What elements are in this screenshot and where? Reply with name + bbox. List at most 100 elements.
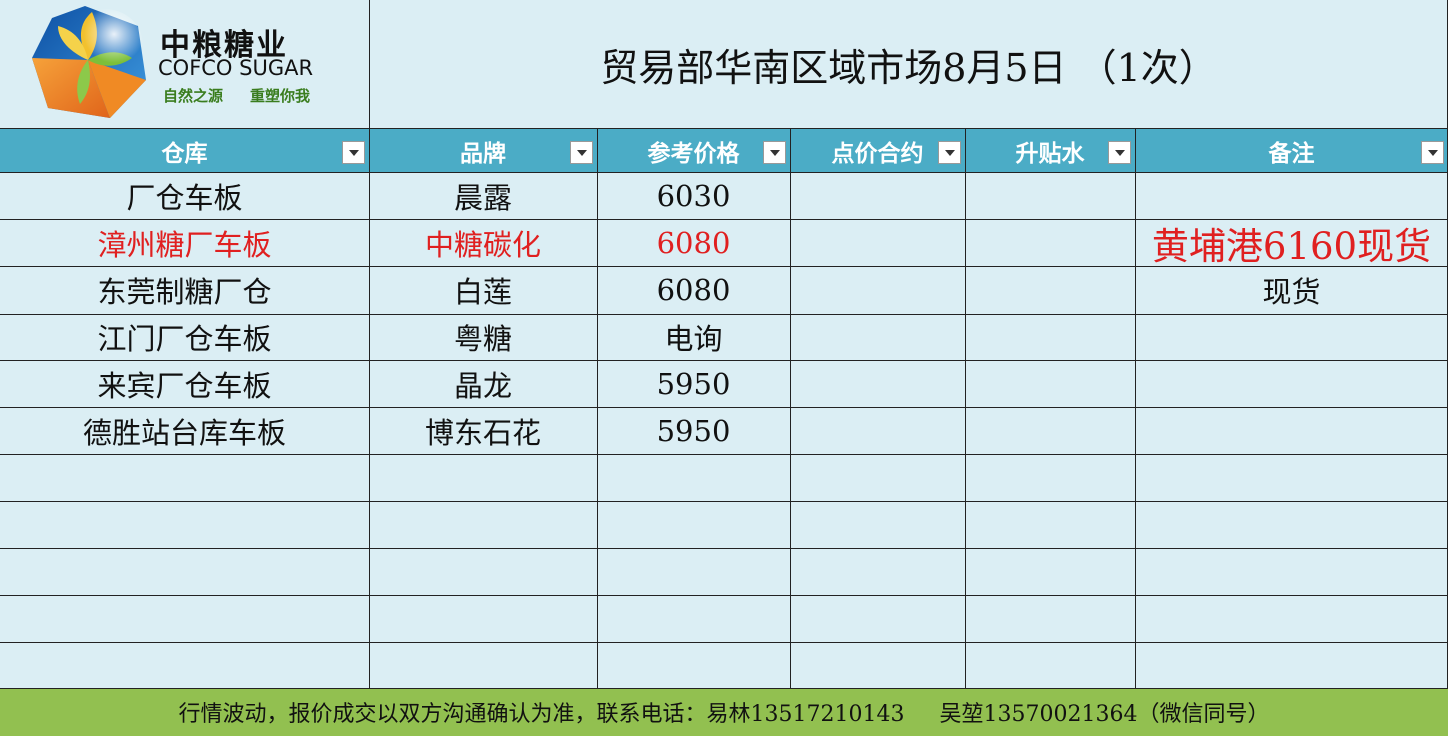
- cell-contract[interactable]: [790, 266, 965, 314]
- cell-price[interactable]: 6080: [597, 219, 790, 266]
- cell-contract[interactable]: [790, 172, 965, 219]
- sheet-title: 贸易部华南区域市场8月5日 （1次）: [600, 45, 1217, 90]
- cell-price[interactable]: [597, 454, 790, 501]
- cell-note[interactable]: [1135, 172, 1448, 219]
- cell-warehouse[interactable]: [0, 501, 369, 548]
- cell-warehouse[interactable]: 厂仓车板: [0, 172, 369, 219]
- cell-brand[interactable]: [369, 548, 597, 595]
- cell-basis[interactable]: [965, 314, 1135, 360]
- cell-price[interactable]: [597, 642, 790, 688]
- cell-basis[interactable]: [965, 501, 1135, 548]
- cell-basis[interactable]: [965, 172, 1135, 219]
- cell-brand[interactable]: 晨露: [369, 172, 597, 219]
- cell-contract[interactable]: [790, 595, 965, 642]
- cell-note[interactable]: [1135, 548, 1448, 595]
- cell-contract[interactable]: [790, 407, 965, 454]
- cell-contract[interactable]: [790, 454, 965, 501]
- column-header-label: 参考价格: [647, 140, 740, 167]
- cell-basis[interactable]: [965, 360, 1135, 407]
- cell-brand[interactable]: 博东石花: [369, 407, 597, 454]
- column-header-label: 品牌: [460, 140, 506, 167]
- grid-divider: [790, 128, 791, 688]
- cell-brand[interactable]: 粤糖: [369, 314, 597, 360]
- cell-brand[interactable]: 白莲: [369, 266, 597, 314]
- column-header-price: 参考价格: [597, 129, 790, 172]
- column-header-warehouse: 仓库: [0, 129, 369, 172]
- cell-note[interactable]: [1135, 595, 1448, 642]
- column-header-label: 仓库: [161, 140, 208, 167]
- cell-brand[interactable]: [369, 595, 597, 642]
- chevron-down-icon: [944, 149, 955, 156]
- cell-basis[interactable]: [965, 219, 1135, 266]
- cell-warehouse[interactable]: [0, 548, 369, 595]
- column-header-brand: 品牌: [369, 129, 597, 172]
- cell-brand[interactable]: 中糖碳化: [369, 219, 597, 266]
- cell-brand[interactable]: [369, 501, 597, 548]
- cell-contract[interactable]: [790, 501, 965, 548]
- cell-basis[interactable]: [965, 454, 1135, 501]
- cell-warehouse[interactable]: [0, 642, 369, 688]
- cell-brand[interactable]: [369, 454, 597, 501]
- cell-note[interactable]: 现货: [1135, 266, 1448, 314]
- cell-contract[interactable]: [790, 360, 965, 407]
- cell-price[interactable]: 5950: [597, 360, 790, 407]
- grid-divider: [0, 314, 1448, 315]
- cell-note[interactable]: [1135, 454, 1448, 501]
- cell-warehouse[interactable]: 德胜站台库车板: [0, 407, 369, 454]
- grid-divider: [0, 548, 1448, 549]
- filter-dropdown-icon[interactable]: [763, 141, 786, 164]
- filter-dropdown-icon[interactable]: [1421, 141, 1444, 164]
- cell-warehouse[interactable]: 东莞制糖厂仓: [0, 266, 369, 314]
- cell-contract[interactable]: [790, 548, 965, 595]
- cell-basis[interactable]: [965, 266, 1135, 314]
- cell-warehouse[interactable]: [0, 454, 369, 501]
- grid-divider: [0, 454, 1448, 455]
- grid-divider: [0, 688, 1448, 689]
- cell-price[interactable]: [597, 501, 790, 548]
- grid-divider: [0, 407, 1448, 408]
- column-header-label: 点价合约: [831, 140, 924, 167]
- cell-price[interactable]: 5950: [597, 407, 790, 454]
- cell-brand[interactable]: [369, 642, 597, 688]
- grid-divider: [0, 128, 1448, 129]
- grid-divider: [0, 219, 1448, 220]
- filter-dropdown-icon[interactable]: [938, 141, 961, 164]
- cell-note[interactable]: 黄埔港6160现货: [1135, 219, 1448, 267]
- column-header-basis: 升贴水: [965, 129, 1135, 172]
- cell-price[interactable]: [597, 595, 790, 642]
- cell-basis[interactable]: [965, 548, 1135, 595]
- grid-divider: [0, 595, 1448, 596]
- cell-price[interactable]: [597, 548, 790, 595]
- logo-slogan-right: 重塑你我: [250, 87, 311, 105]
- cell-warehouse[interactable]: 来宾厂仓车板: [0, 360, 369, 407]
- cell-note[interactable]: [1135, 501, 1448, 548]
- cell-warehouse[interactable]: 漳州糖厂车板: [0, 219, 369, 266]
- cell-price[interactable]: 6080: [597, 266, 790, 314]
- cell-note[interactable]: [1135, 314, 1448, 360]
- cell-note[interactable]: [1135, 642, 1448, 688]
- grid-divider: [1135, 128, 1136, 688]
- filter-dropdown-icon[interactable]: [1108, 141, 1131, 164]
- cell-contract[interactable]: [790, 314, 965, 360]
- filter-dropdown-icon[interactable]: [342, 141, 365, 164]
- company-logo: 中粮糖业 COFCO SUGAR 自然之源 重塑你我: [0, 0, 369, 128]
- column-header-contract: 点价合约: [790, 129, 965, 172]
- grid-divider: [0, 642, 1448, 643]
- cell-basis[interactable]: [965, 407, 1135, 454]
- cell-warehouse[interactable]: [0, 595, 369, 642]
- grid-divider: [597, 128, 598, 688]
- chevron-down-icon: [576, 149, 587, 156]
- cell-price[interactable]: 6030: [597, 172, 790, 219]
- cell-price[interactable]: 电询: [597, 314, 790, 360]
- cell-contract[interactable]: [790, 642, 965, 688]
- cell-contract[interactable]: [790, 219, 965, 266]
- cell-note[interactable]: [1135, 407, 1448, 454]
- filter-dropdown-icon[interactable]: [570, 141, 593, 164]
- cell-basis[interactable]: [965, 642, 1135, 688]
- cell-note[interactable]: [1135, 360, 1448, 407]
- cell-brand[interactable]: 晶龙: [369, 360, 597, 407]
- grid-divider: [0, 266, 1448, 267]
- cell-basis[interactable]: [965, 595, 1135, 642]
- cell-warehouse[interactable]: 江门厂仓车板: [0, 314, 369, 360]
- grid-divider: [0, 360, 1448, 361]
